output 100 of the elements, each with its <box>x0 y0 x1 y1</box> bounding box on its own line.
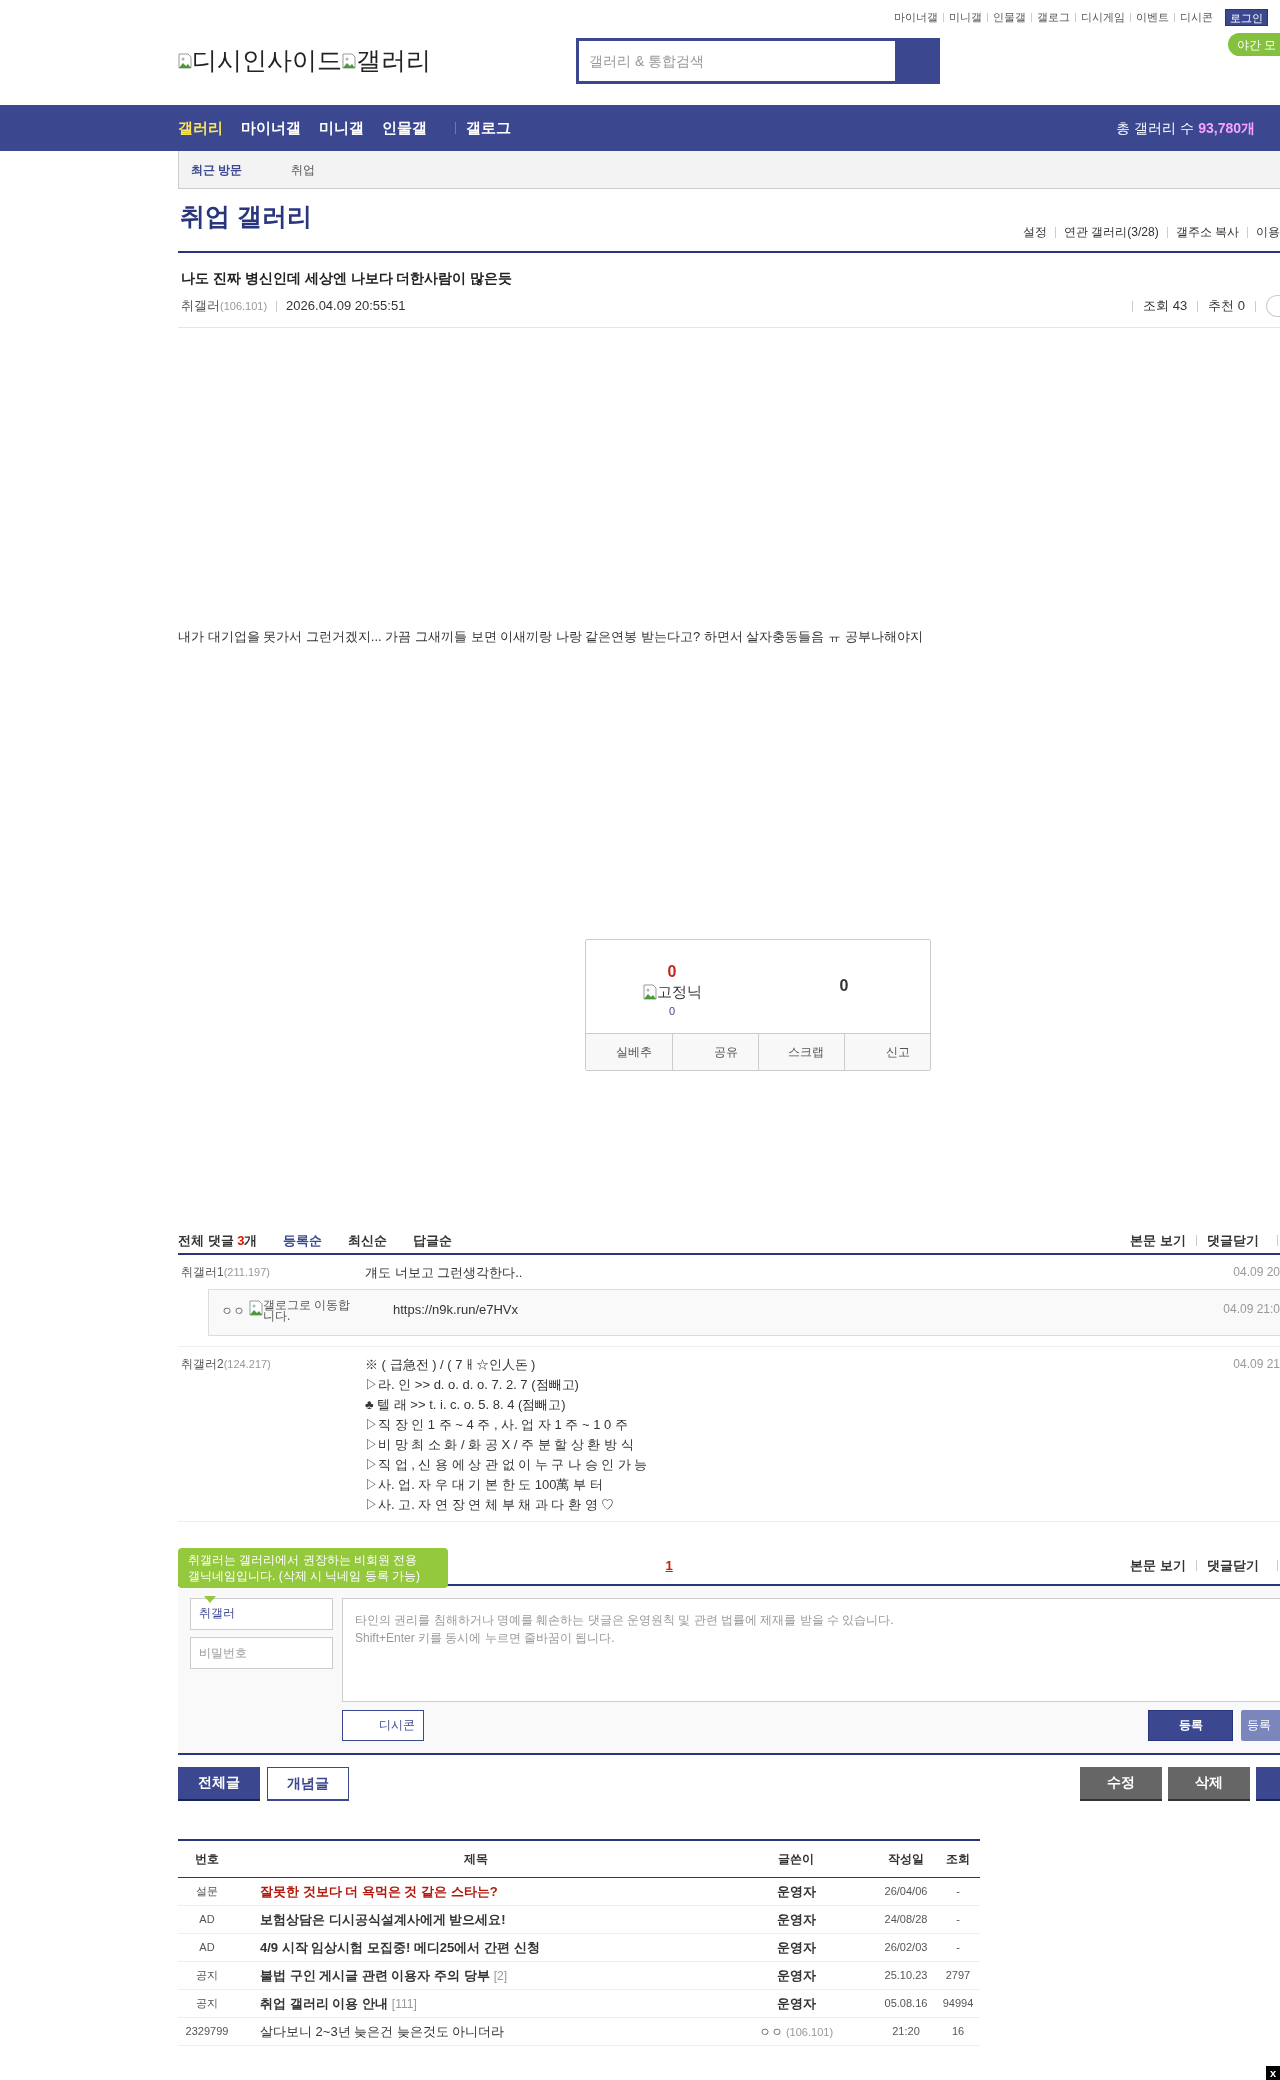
nav-tab[interactable]: 미니갤 <box>319 116 364 140</box>
list-button[interactable]: 전체글 <box>178 1766 260 1801</box>
top-link[interactable]: 미니갤 <box>949 9 982 26</box>
gallery-title: 취업 갤러리 <box>180 200 312 232</box>
search-field[interactable]: 갤러리 & 통합검색 <box>579 41 895 81</box>
post-link[interactable]: 취업 갤러리 이용 안내 <box>260 1995 388 2011</box>
reply-count: [111] <box>391 1996 417 2011</box>
close-ad-button[interactable]: x <box>1266 2066 1280 2080</box>
post-link[interactable]: 잘못한 것보다 더 욕먹은 것 같은 스타는? <box>260 1883 498 1899</box>
nav-tab[interactable]: 인물갤 <box>382 116 427 140</box>
post-button[interactable]: 삭제 <box>1168 1766 1250 1801</box>
post-body: 내가 대기업을 못가서 그런거겠지... 가끔 그새끼들 보면 이새끼랑 나랑 같은연봉 받는다고? 하면서 살자충동들음 ㅠ 공부나해야지 <box>178 628 924 646</box>
table-cell: 25.10.23 <box>876 1961 936 1990</box>
dccon-button[interactable]: 디시콘 <box>342 1709 424 1741</box>
table-cell: AD <box>178 1905 236 1934</box>
post-link[interactable]: 살다보니 2~3년 늦은건 늦은것도 아니더라 <box>260 2023 505 2039</box>
post-link[interactable]: 4/9 시작 임상시험 모집중! 메디25에서 간편 신청 <box>260 1939 540 1955</box>
table-cell: 운영자 <box>776 1911 816 1927</box>
top-link[interactable]: 이벤트 <box>1136 9 1169 26</box>
table-cell: 운영자 <box>776 1939 816 1955</box>
submit-button[interactable]: 등록 <box>1241 1709 1280 1741</box>
table-cell: 26/02/03 <box>876 1933 936 1962</box>
reply-text: https://n9k.run/e7HVx <box>393 1300 519 1319</box>
comment-sort-tab[interactable]: 등록순 <box>283 1230 323 1251</box>
post-action-button[interactable]: 스크랩 <box>758 1033 844 1070</box>
top-link[interactable]: 갤로그 <box>1037 9 1070 26</box>
comment-author: 취갤러2(124.217) <box>180 1355 272 1373</box>
comment-text: ▷직 장 인 1 주 ~ 4 주 , 사. 업 자 1 주 ~ 1 0 주 <box>365 1415 629 1434</box>
nav-tab[interactable]: 갤러리 <box>178 116 223 140</box>
gallery-count-label: 총 갤러리 수 <box>1116 118 1195 138</box>
top-link[interactable]: 디시게임 <box>1081 9 1125 26</box>
table-cell: 설문 <box>178 1877 236 1906</box>
top-link[interactable]: 마이너갤 <box>894 9 938 26</box>
password-field[interactable]: 비밀번호 <box>190 1636 333 1669</box>
recent-gallery-link[interactable]: 취업 <box>291 160 315 179</box>
comment-toolbar-link[interactable]: 댓글닫기 <box>1207 1230 1259 1251</box>
comment-text: 걔도 너보고 그런생각한다.. <box>365 1263 524 1282</box>
column-header: 글쓴이 <box>716 1839 876 1878</box>
table-cell: 26/04/06 <box>876 1877 936 1906</box>
top-link[interactable]: 인물갤 <box>993 9 1026 26</box>
nickname-tooltip: 취갤러는 갤러리에서 권장하는 비회원 전용 갤닉네임입니다. (삭제 시 닉네임 등록 가능) <box>178 1547 448 1588</box>
gallery-menu-link[interactable]: 설정 <box>1022 223 1047 241</box>
comment-text: ▷사. 고. 자 연 장 연 체 부 채 과 다 환 영 ♡ <box>365 1495 616 1514</box>
gallery-menu-link[interactable]: 이용 <box>1256 223 1280 241</box>
recent-visits-title: 최근 방문 <box>191 161 244 179</box>
table-cell: AD <box>178 1933 236 1962</box>
broken-image-icon <box>642 983 657 1000</box>
table-cell: 2329799 <box>178 2017 236 2046</box>
fixed-nick-count: 0 <box>668 1004 676 1019</box>
gallery-menu-link[interactable]: 연관 갤러리(3/28) <box>1063 223 1159 241</box>
reply-date: 04.09 21:0 <box>1223 1300 1280 1318</box>
submit-button[interactable]: 등록 <box>1148 1709 1233 1741</box>
post-button[interactable]: 수정 <box>1080 1766 1162 1801</box>
column-header: 조회 <box>936 1839 980 1878</box>
table-cell: 운영자 <box>776 1883 816 1899</box>
comment-toolbar-link[interactable]: 본문 보기 <box>1130 1230 1186 1251</box>
comment-toolbar-link[interactable]: 본문 보기 <box>1130 1555 1186 1576</box>
comment-text: ▷비 망 최 소 화 / 화 공 X / 주 분 할 상 환 방 식 <box>365 1435 635 1454</box>
list-button[interactable]: 개념글 <box>267 1766 349 1801</box>
downvote-count: 0 <box>839 976 849 996</box>
broken-image-icon <box>342 53 356 69</box>
post-action-button[interactable]: 신고 <box>844 1033 930 1070</box>
post-action-button[interactable]: 실베추 <box>586 1033 672 1070</box>
nav-tab[interactable]: 갤로그 <box>466 116 511 140</box>
table-cell: 운영자 <box>776 1995 816 2011</box>
table-cell: 24/08/28 <box>876 1905 936 1934</box>
nav-tab[interactable]: 마이너갤 <box>241 116 301 140</box>
comment-text: ▷사. 업. 자 우 대 기 본 한 도 100萬 부 터 <box>365 1475 604 1494</box>
table-cell: 운영자 <box>776 1967 816 1983</box>
table-cell: 21:20 <box>876 2017 936 2046</box>
gallog-link-alt-text[interactable]: 갤로그로 이동합니다. <box>263 1299 359 1322</box>
comment-sort-tab[interactable]: 답글순 <box>413 1230 453 1251</box>
login-button[interactable]: 로그인 <box>1225 9 1268 26</box>
reply-author: ㅇㅇ <box>221 1302 245 1320</box>
nickname-field[interactable]: 취갤러 <box>190 1597 333 1630</box>
table-cell: ㅇㅇ <box>758 2024 783 2039</box>
post-link[interactable]: 불법 구인 게시글 관련 이용자 주의 당부 <box>260 1967 490 1983</box>
table-cell: - <box>936 1877 980 1906</box>
broken-image-icon <box>178 53 192 69</box>
column-header: 번호 <box>178 1839 236 1878</box>
comment-toolbar-link[interactable]: 댓글닫기 <box>1207 1555 1259 1576</box>
gallery-menu-link[interactable]: 갤주소 복사 <box>1175 223 1239 241</box>
table-cell: 05.08.16 <box>876 1989 936 2018</box>
post-link[interactable]: 보험상담은 디시공식설계사에게 받으세요! <box>260 1911 506 1927</box>
gallery-count-value: 93,780개 <box>1198 118 1255 138</box>
recommend-count: 추천 0 <box>1208 297 1245 316</box>
column-header: 제목 <box>236 1839 716 1878</box>
post-action-button[interactable]: 공유 <box>672 1033 758 1070</box>
top-link[interactable]: 디시콘 <box>1180 9 1213 26</box>
comment-text: ♣ 텔 래 >> t. i. c. o. 5. 8. 4 (점빼고) <box>365 1395 567 1414</box>
comment-input[interactable]: 타인의 권리를 침해하거나 명예를 훼손하는 댓글은 운영원칙 및 관련 법률에 제재를 받을 수 있습니다. Shift+Enter 키를 동시에 누르면 줄바꿈이 됩니다. <box>342 1597 1280 1702</box>
write-button[interactable] <box>1256 1766 1280 1801</box>
broken-image-icon <box>249 1299 263 1316</box>
post-author: 취갤러(106.101) <box>181 297 268 316</box>
reply-count: [2] <box>493 1968 507 1983</box>
comment-text: ※ ( 급急전 ) / ( 7ㅐ☆인人돈 ) <box>365 1355 537 1374</box>
comment-sort-tab[interactable]: 최신순 <box>348 1230 388 1251</box>
page-link[interactable]: 1 <box>665 1555 673 1576</box>
view-count: 조회 43 <box>1143 297 1188 316</box>
comment-total: 전체 댓글 3개 <box>178 1231 258 1250</box>
